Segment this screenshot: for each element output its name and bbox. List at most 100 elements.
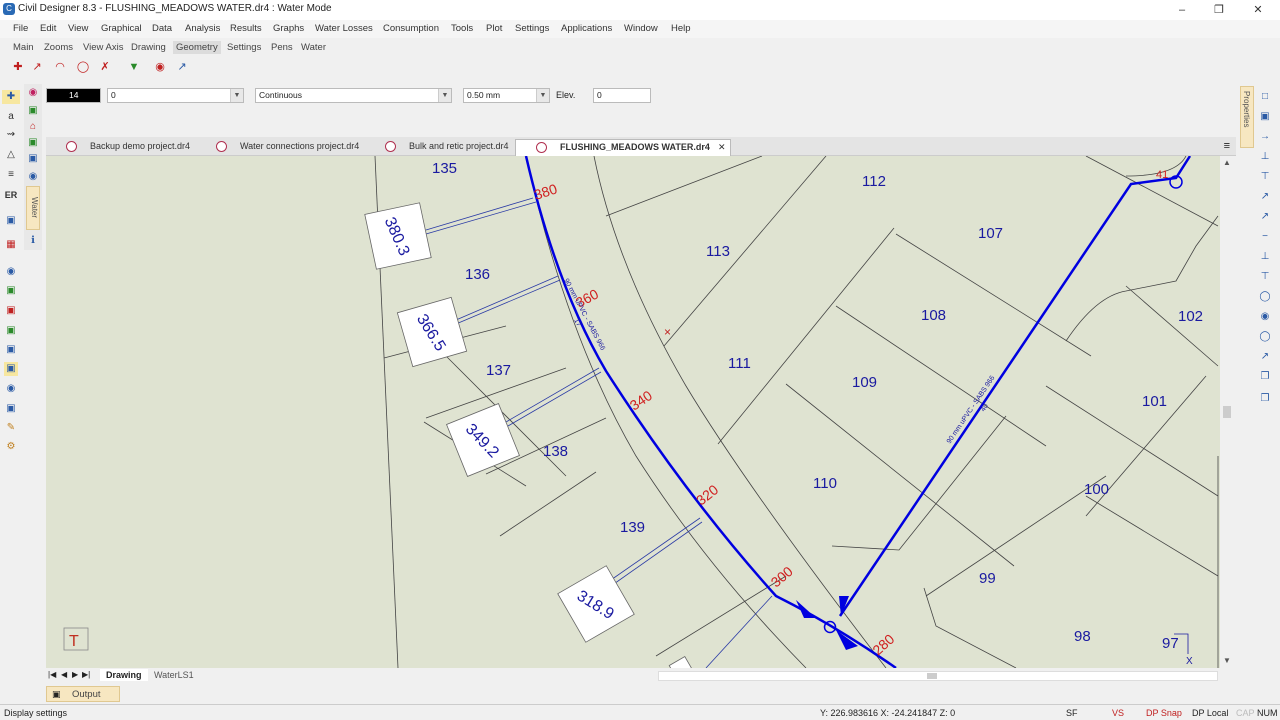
node-tool-icon[interactable]: ◉ bbox=[153, 60, 167, 74]
tab-bulk-retic[interactable]: Bulk and retic project.dr4 bbox=[365, 139, 515, 156]
menu-consumption[interactable]: Consumption bbox=[383, 23, 439, 34]
hscroll-thumb[interactable] bbox=[927, 673, 937, 679]
junction-icon[interactable]: ◉ bbox=[26, 170, 40, 184]
ribbon-tab-zooms[interactable]: Zooms bbox=[44, 42, 73, 53]
menu-view[interactable]: View bbox=[68, 23, 88, 34]
properties-panel-tab[interactable]: Properties bbox=[1240, 86, 1254, 148]
node-box[interactable]: 349.2 bbox=[446, 403, 520, 477]
status-sf[interactable]: SF bbox=[1066, 708, 1078, 718]
ribbon-tab-water[interactable]: Water bbox=[301, 42, 326, 53]
node-box[interactable]: 318.9 bbox=[557, 565, 635, 643]
menu-applications[interactable]: Applications bbox=[561, 23, 612, 34]
linetype-field[interactable]: Continuous ▼ bbox=[255, 88, 452, 103]
vertical-scrollbar[interactable]: ▲ ▼ bbox=[1220, 156, 1234, 668]
align-icon[interactable]: ⊥ bbox=[1258, 150, 1272, 164]
scroll-down-icon[interactable]: ▼ bbox=[1223, 656, 1231, 665]
menu-graphical[interactable]: Graphical bbox=[101, 23, 142, 34]
ribbon-tab-pens[interactable]: Pens bbox=[271, 42, 293, 53]
horizontal-scrollbar[interactable] bbox=[658, 671, 1218, 681]
chevron-down-icon[interactable]: ▼ bbox=[438, 89, 451, 102]
sheet-tab-waterls1[interactable]: WaterLS1 bbox=[150, 670, 198, 680]
network-icon[interactable]: ▣ bbox=[26, 104, 40, 118]
menu-graphs[interactable]: Graphs bbox=[273, 23, 304, 34]
node-box[interactable]: 380.3 bbox=[364, 202, 432, 270]
pump-icon[interactable]: ▣ bbox=[4, 304, 18, 318]
tangent-icon[interactable]: ◯ bbox=[1258, 330, 1272, 344]
extend-icon[interactable]: ↗ bbox=[1258, 210, 1272, 224]
layer-field[interactable]: 0 ▼ bbox=[107, 88, 244, 103]
er-tool-icon[interactable]: ER bbox=[4, 188, 18, 202]
trim-tool-icon[interactable]: ✗ bbox=[98, 60, 112, 74]
elev-field[interactable]: 0 bbox=[593, 88, 651, 103]
info-icon[interactable]: ℹ bbox=[26, 234, 40, 248]
close-tab-icon[interactable]: ✕ bbox=[718, 140, 726, 155]
scroll-up-icon[interactable]: ▲ bbox=[1223, 158, 1231, 167]
prev-sheet-icon[interactable]: ◀ bbox=[61, 670, 67, 679]
node-box[interactable]: 366.5 bbox=[396, 296, 468, 368]
snap-icon[interactable]: ▣ bbox=[1258, 110, 1272, 124]
tab-list-icon[interactable]: ≡ bbox=[1224, 140, 1230, 152]
endpoint-icon[interactable]: ⊥ bbox=[1258, 250, 1272, 264]
menu-file[interactable]: File bbox=[13, 23, 28, 34]
minimize-button[interactable]: – bbox=[1170, 2, 1194, 18]
snap-tool-icon[interactable]: ⇝ bbox=[4, 128, 18, 142]
connection-icon[interactable]: ▣ bbox=[4, 402, 18, 416]
status-dp-snap[interactable]: DP Snap bbox=[1146, 708, 1182, 718]
circle-tool-icon[interactable]: ◯ bbox=[76, 60, 90, 74]
status-vs[interactable]: VS bbox=[1112, 708, 1124, 718]
reservoir-icon[interactable]: ▦ bbox=[4, 238, 18, 252]
meter-icon[interactable]: ▣ bbox=[4, 362, 18, 376]
output-tab[interactable]: ▣ Output bbox=[46, 686, 120, 702]
menu-results[interactable]: Results bbox=[230, 23, 262, 34]
close-button[interactable]: ✕ bbox=[1246, 2, 1270, 18]
line-icon[interactable]: − bbox=[1258, 230, 1272, 244]
tab-flushing-meadows[interactable]: FLUSHING_MEADOWS WATER.dr4 ✕ bbox=[515, 139, 731, 156]
intersect-icon[interactable]: ↗ bbox=[1258, 350, 1272, 364]
tank-icon[interactable]: ▣ bbox=[4, 284, 18, 298]
quadrant-icon[interactable]: ◉ bbox=[1258, 310, 1272, 324]
layers-icon[interactable]: ❐ bbox=[1258, 392, 1272, 406]
edit-icon[interactable]: ✎ bbox=[4, 421, 18, 435]
hatch-tool-icon[interactable]: ≡ bbox=[4, 168, 18, 182]
line-tool-icon[interactable]: ✚ bbox=[11, 60, 25, 74]
menu-help[interactable]: Help bbox=[671, 23, 691, 34]
layer-tool-icon[interactable]: ▣ bbox=[4, 214, 18, 228]
ribbon-tab-main[interactable]: Main bbox=[13, 42, 34, 53]
valve-icon[interactable]: ▣ bbox=[4, 324, 18, 338]
pipe-tool-icon[interactable]: ↗ bbox=[175, 60, 189, 74]
ribbon-tab-settings[interactable]: Settings bbox=[227, 42, 261, 53]
status-dp-local[interactable]: DP Local bbox=[1192, 708, 1228, 718]
triangle-tool-icon[interactable]: △ bbox=[4, 148, 18, 162]
scroll-thumb[interactable] bbox=[1223, 406, 1231, 418]
ribbon-tab-drawing[interactable]: Drawing bbox=[131, 42, 166, 53]
chevron-down-icon[interactable]: ▼ bbox=[536, 89, 549, 102]
copy-icon[interactable]: ❐ bbox=[1258, 370, 1272, 384]
pipe-network-icon[interactable]: ▣ bbox=[26, 152, 40, 166]
civil-designer-icon[interactable]: C bbox=[3, 3, 15, 15]
text-tool-marker-icon[interactable]: T bbox=[63, 627, 89, 651]
arrow-icon[interactable]: → bbox=[1258, 130, 1272, 144]
perp-icon[interactable]: ⊤ bbox=[1258, 170, 1272, 184]
node-icon[interactable]: ◉ bbox=[4, 265, 18, 279]
arc-tool-icon[interactable]: ◠ bbox=[53, 60, 67, 74]
lineweight-field[interactable]: 0.50 mm ▼ bbox=[463, 88, 550, 103]
nearest-icon[interactable]: ↗ bbox=[1258, 190, 1272, 204]
menu-edit[interactable]: Edit bbox=[40, 23, 56, 34]
ribbon-tab-geometry[interactable]: Geometry bbox=[173, 41, 221, 54]
midpoint-icon[interactable]: ⊤ bbox=[1258, 270, 1272, 284]
select-tool-icon[interactable]: ✚ bbox=[2, 90, 20, 104]
menu-data[interactable]: Data bbox=[152, 23, 172, 34]
sheet-tab-drawing[interactable]: Drawing bbox=[100, 669, 148, 681]
menu-water-losses[interactable]: Water Losses bbox=[315, 23, 373, 34]
tab-backup-demo[interactable]: Backup demo project.dr4 bbox=[46, 139, 196, 156]
menu-settings[interactable]: Settings bbox=[515, 23, 549, 34]
menu-tools[interactable]: Tools bbox=[451, 23, 473, 34]
menu-window[interactable]: Window bbox=[624, 23, 658, 34]
tab-water-connections[interactable]: Water connections project.dr4 bbox=[196, 139, 364, 156]
insert-tool-icon[interactable]: ▼ bbox=[127, 60, 141, 74]
water-panel-tab[interactable]: Water bbox=[26, 186, 40, 230]
drawing-canvas[interactable]: × 135 136 137 138 139 112 113 111 110 10… bbox=[46, 156, 1220, 668]
center-icon[interactable]: ◯ bbox=[1258, 290, 1272, 304]
settings-icon[interactable]: ⚙ bbox=[4, 440, 18, 454]
chevron-down-icon[interactable]: ▼ bbox=[230, 89, 243, 102]
